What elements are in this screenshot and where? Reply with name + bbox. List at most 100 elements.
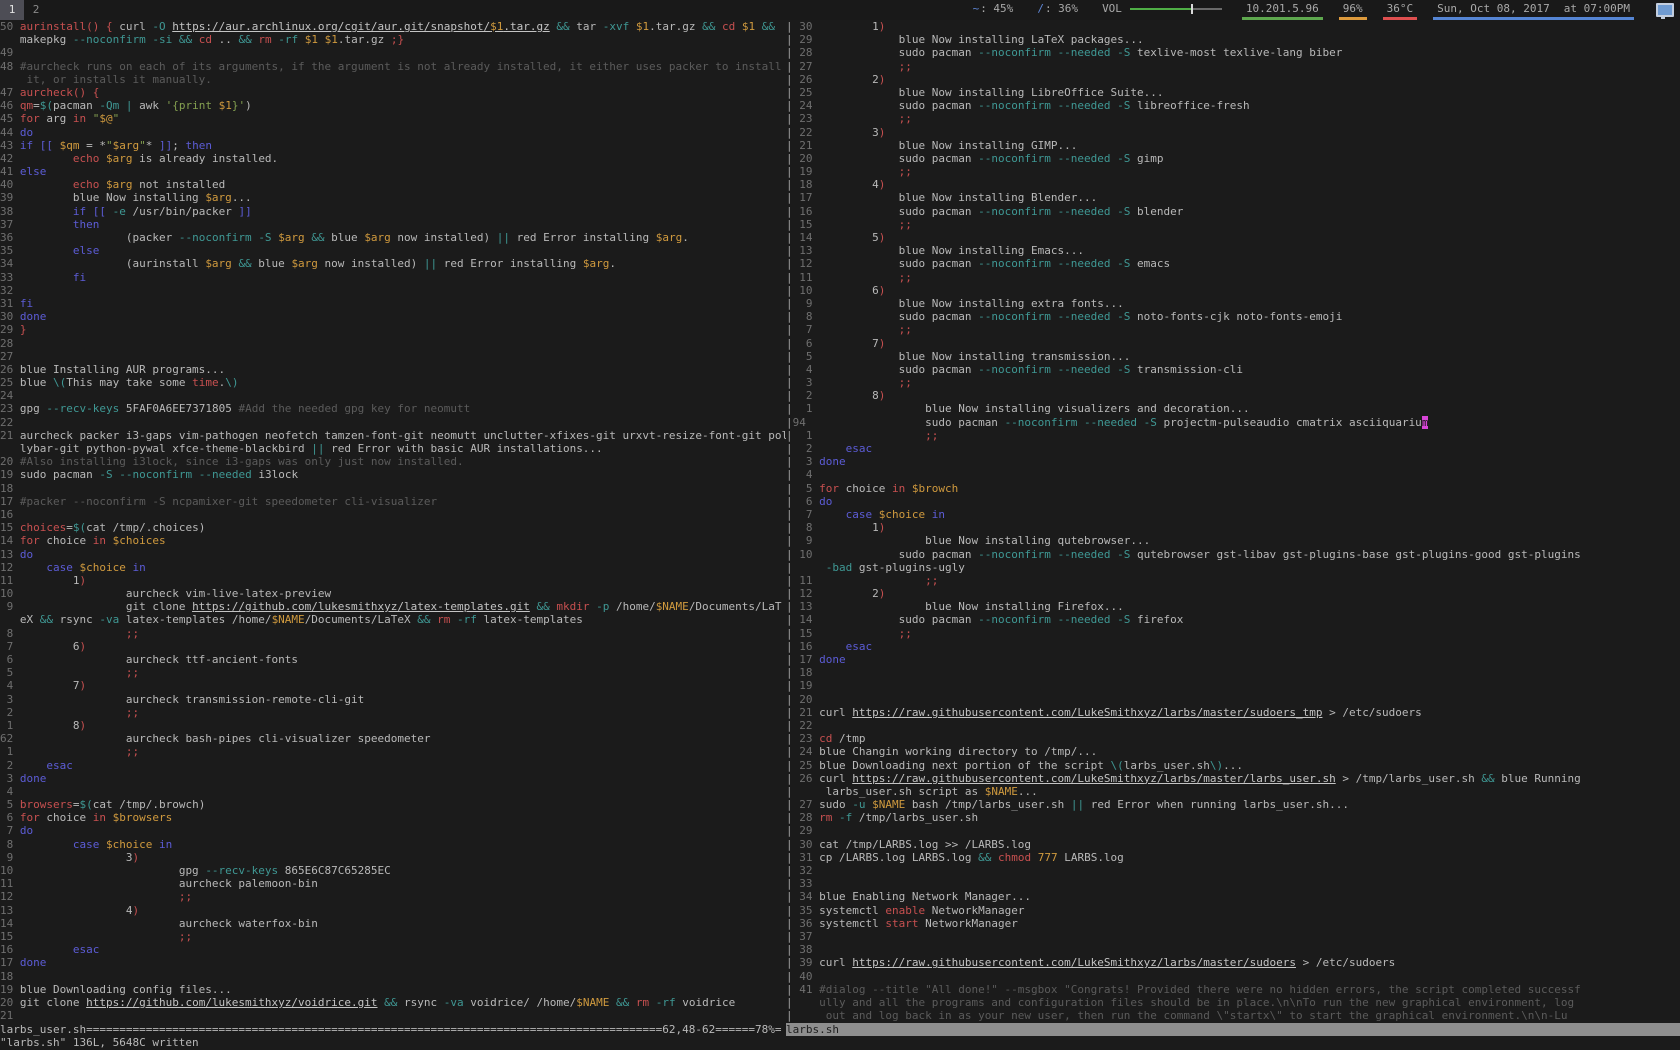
code-line[interactable]: | 15 ;; <box>786 627 1680 640</box>
code-line[interactable]: 30 done <box>0 310 786 323</box>
code-line[interactable]: | 18 4) <box>786 178 1680 191</box>
code-line[interactable]: 17 #packer --noconfirm -S ncpamixer-git … <box>0 495 786 508</box>
code-line[interactable]: 7 do <box>0 824 786 837</box>
code-line[interactable]: 2 esac <box>0 759 786 772</box>
code-line[interactable]: 47 aurcheck() { <box>0 86 786 99</box>
code-line[interactable]: | 4 sudo pacman --noconfirm --needed -S … <box>786 363 1680 376</box>
code-line[interactable]: | 9 blue Now installing extra fonts... <box>786 297 1680 310</box>
code-line[interactable]: | 35 systemctl enable NetworkManager <box>786 904 1680 917</box>
code-line[interactable]: 1 ;; <box>0 745 786 758</box>
code-line[interactable]: | 24 blue Changin working directory to /… <box>786 745 1680 758</box>
code-line[interactable]: |94 sudo pacman --noconfirm --needed -S … <box>786 416 1680 429</box>
code-line[interactable]: | 11 ;; <box>786 271 1680 284</box>
code-line[interactable]: | 22 <box>786 719 1680 732</box>
code-line[interactable]: | 5 for choice in $browch <box>786 482 1680 495</box>
code-line[interactable]: | 29 <box>786 824 1680 837</box>
code-line[interactable]: 14 for choice in $choices <box>0 534 786 547</box>
code-line[interactable]: | 17 done <box>786 653 1680 666</box>
code-line[interactable]: | 3 ;; <box>786 376 1680 389</box>
code-line[interactable]: 21 aurcheck packer i3-gaps vim-pathogen … <box>0 429 786 442</box>
code-line[interactable]: 4 7) <box>0 679 786 692</box>
code-line[interactable]: 34 (aurinstall $arg && blue $arg now ins… <box>0 257 786 270</box>
code-line[interactable]: | 12 sudo pacman --noconfirm --needed -S… <box>786 257 1680 270</box>
code-line[interactable]: | 8 1) <box>786 521 1680 534</box>
code-line[interactable]: | 11 ;; <box>786 574 1680 587</box>
code-line[interactable]: | 15 ;; <box>786 218 1680 231</box>
code-line[interactable]: 44 do <box>0 126 786 139</box>
code-line[interactable]: eX && rsync -va latex-templates /home/$N… <box>0 613 786 626</box>
code-line[interactable]: | 27 ;; <box>786 60 1680 73</box>
code-line[interactable]: 43 if [[ $qm = *"$arg"* ]]; then <box>0 139 786 152</box>
code-line[interactable]: | 13 blue Now installing Firefox... <box>786 600 1680 613</box>
code-line[interactable]: 18 <box>0 970 786 983</box>
code-line[interactable]: | 19 ;; <box>786 165 1680 178</box>
code-line[interactable]: 46 qm=$(pacman -Qm | awk '{print $1}') <box>0 99 786 112</box>
code-line[interactable]: makepkg --noconfirm -si && cd .. && rm -… <box>0 33 786 46</box>
code-line[interactable]: 32 <box>0 284 786 297</box>
code-line[interactable]: 20 git clone https://github.com/lukesmit… <box>0 996 786 1009</box>
code-line[interactable]: | 3 done <box>786 455 1680 468</box>
code-line[interactable]: 37 then <box>0 218 786 231</box>
code-line[interactable]: 10 aurcheck vim-live-latex-preview <box>0 587 786 600</box>
code-line[interactable]: 5 browsers=$(cat /tmp/.browch) <box>0 798 786 811</box>
code-line[interactable]: | 21 blue Now installing GIMP... <box>786 139 1680 152</box>
code-line[interactable]: 62 aurcheck bash-pipes cli-visualizer sp… <box>0 732 786 745</box>
monitor-tray-icon[interactable] <box>1656 3 1674 17</box>
code-line[interactable]: | 25 blue Downloading next portion of th… <box>786 759 1680 772</box>
code-line[interactable]: 27 <box>0 350 786 363</box>
code-line[interactable]: | 30 cat /tmp/LARBS.log >> /LARBS.log <box>786 838 1680 851</box>
code-line[interactable]: | 10 sudo pacman --noconfirm --needed -S… <box>786 548 1680 561</box>
code-line[interactable]: | 20 <box>786 693 1680 706</box>
code-line[interactable]: | 28 rm -f /tmp/larbs_user.sh <box>786 811 1680 824</box>
editor-right-pane-larbs-sh[interactable]: | 30 1)| 29 blue Now installing LaTeX pa… <box>786 20 1680 1022</box>
code-line[interactable]: | 38 <box>786 943 1680 956</box>
code-line[interactable]: | 8 sudo pacman --noconfirm --needed -S … <box>786 310 1680 323</box>
code-line[interactable]: 23 gpg --recv-keys 5FAF0A6EE7371805 #Add… <box>0 402 786 415</box>
code-line[interactable]: 19 blue Downloading config files... <box>0 983 786 996</box>
code-line[interactable]: | 4 <box>786 468 1680 481</box>
code-line[interactable]: 6 for choice in $browsers <box>0 811 786 824</box>
code-line[interactable]: 14 aurcheck waterfox-bin <box>0 917 786 930</box>
code-line[interactable]: 6 aurcheck ttf-ancient-fonts <box>0 653 786 666</box>
code-line[interactable]: | 26 curl https://raw.githubusercontent.… <box>786 772 1680 785</box>
code-line[interactable]: | 7 case $choice in <box>786 508 1680 521</box>
code-line[interactable]: | out and log back in as your new user, … <box>786 1009 1680 1022</box>
code-line[interactable]: | ully and all the programs and configur… <box>786 996 1680 1009</box>
code-line[interactable]: | 5 blue Now installing transmission... <box>786 350 1680 363</box>
code-line[interactable]: 16 esac <box>0 943 786 956</box>
code-line[interactable]: | 16 esac <box>786 640 1680 653</box>
code-line[interactable]: 21 <box>0 1009 786 1022</box>
code-line[interactable]: | 37 <box>786 930 1680 943</box>
code-line[interactable]: 13 4) <box>0 904 786 917</box>
code-line[interactable]: | 14 sudo pacman --noconfirm --needed -S… <box>786 613 1680 626</box>
code-line[interactable]: 35 else <box>0 244 786 257</box>
code-line[interactable]: | 19 <box>786 679 1680 692</box>
code-line[interactable]: lybar-git python-pywal xfce-theme-blackb… <box>0 442 786 455</box>
code-line[interactable]: 19 sudo pacman -S --noconfirm --needed i… <box>0 468 786 481</box>
code-line[interactable]: 13 do <box>0 548 786 561</box>
code-line[interactable]: | 22 3) <box>786 126 1680 139</box>
code-line[interactable]: | 13 blue Now installing Emacs... <box>786 244 1680 257</box>
code-line[interactable]: | 9 blue Now installing qutebrowser... <box>786 534 1680 547</box>
code-line[interactable]: | 17 blue Now installing Blender... <box>786 191 1680 204</box>
code-line[interactable]: 50 aurinstall() { curl -O https://aur.ar… <box>0 20 786 33</box>
code-line[interactable]: | 23 ;; <box>786 112 1680 125</box>
code-line[interactable]: | 1 blue Now installing visualizers and … <box>786 402 1680 415</box>
code-line[interactable]: | 25 blue Now installing LibreOffice Sui… <box>786 86 1680 99</box>
code-line[interactable]: | 12 2) <box>786 587 1680 600</box>
code-line[interactable]: | 41 #dialog --title "All done!" --msgbo… <box>786 983 1680 996</box>
code-line[interactable]: 25 blue \(This may take some time.\) <box>0 376 786 389</box>
code-line[interactable]: 4 <box>0 785 786 798</box>
code-line[interactable]: | 34 blue Enabling Network Manager... <box>786 890 1680 903</box>
code-line[interactable]: 26 blue Installing AUR programs... <box>0 363 786 376</box>
code-line[interactable]: | 2 8) <box>786 389 1680 402</box>
code-line[interactable]: 8 case $choice in <box>0 838 786 851</box>
code-line[interactable]: 28 <box>0 337 786 350</box>
code-line[interactable]: it, or installs it manually. <box>0 73 786 86</box>
code-line[interactable]: 10 gpg --recv-keys 865E6C87C65285EC <box>0 864 786 877</box>
code-line[interactable]: 31 fi <box>0 297 786 310</box>
code-line[interactable]: 9 git clone https://github.com/lukesmith… <box>0 600 786 613</box>
code-line[interactable]: 29 } <box>0 323 786 336</box>
code-line[interactable]: 33 fi <box>0 271 786 284</box>
code-line[interactable]: | 20 sudo pacman --noconfirm --needed -S… <box>786 152 1680 165</box>
